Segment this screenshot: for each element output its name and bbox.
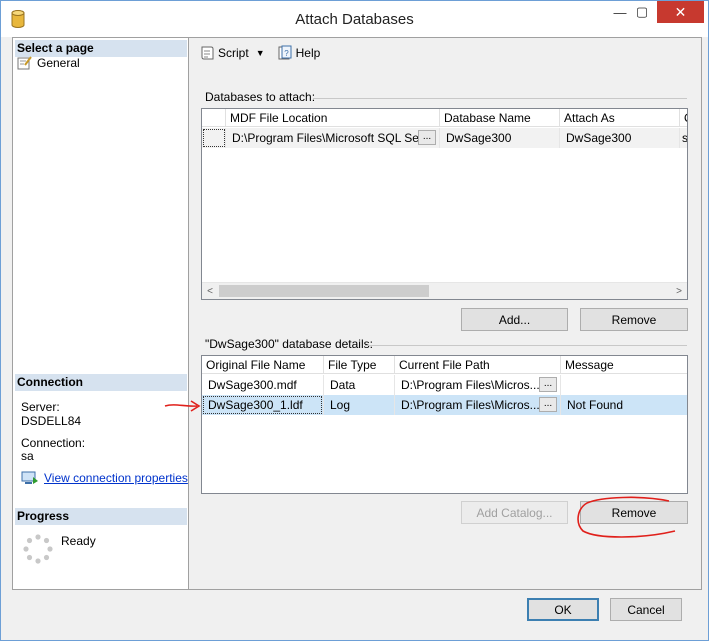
- add-catalog-button[interactable]: Add Catalog...: [461, 501, 568, 524]
- column-header-attach-as[interactable]: Attach As: [560, 109, 680, 127]
- table-row[interactable]: D:\Program Files\Microsoft SQL Se... ...…: [202, 128, 687, 148]
- column-header-owner[interactable]: O: [680, 109, 687, 127]
- table-row[interactable]: DwSage300.mdf Data D:\Program Files\Micr…: [202, 375, 687, 395]
- mdf-location-value: D:\Program Files\Microsoft SQL Se...: [232, 131, 429, 145]
- focus-rectangle: [203, 396, 322, 414]
- column-header-database-name[interactable]: Database Name: [440, 109, 560, 127]
- database-name-cell[interactable]: DwSage300: [440, 128, 560, 148]
- message-cell[interactable]: Not Found: [561, 395, 687, 415]
- browse-path-button[interactable]: ...: [539, 377, 557, 392]
- server-label: Server:: [21, 400, 60, 414]
- close-button[interactable]: ✕: [657, 1, 704, 23]
- view-connection-properties[interactable]: View connection properties: [21, 471, 188, 485]
- view-connection-link[interactable]: View connection properties: [44, 471, 188, 485]
- column-header-file-type[interactable]: File Type: [324, 356, 395, 374]
- svg-text:?: ?: [284, 49, 289, 58]
- connection-properties-icon: [21, 471, 38, 484]
- remove-file-button[interactable]: Remove: [580, 501, 688, 524]
- owner-cell[interactable]: s: [680, 128, 687, 148]
- connection-label: Connection:: [21, 436, 86, 450]
- server-value: DSDELL84: [21, 414, 82, 428]
- current-path-value: D:\Program Files\Micros...: [401, 398, 540, 412]
- databases-grid-header: MDF File Location Database Name Attach A…: [202, 109, 687, 127]
- progress-header: Progress: [15, 508, 187, 525]
- current-path-cell[interactable]: D:\Program Files\Micros... ...: [395, 375, 561, 395]
- browse-path-button[interactable]: ...: [539, 397, 557, 412]
- scroll-thumb[interactable]: [219, 285, 429, 297]
- attach-databases-dialog: Attach Databases — ▢ ✕ Select a page Gen…: [0, 0, 709, 641]
- help-label: Help: [295, 46, 321, 60]
- original-file-cell[interactable]: DwSage300.mdf: [202, 375, 324, 395]
- general-page-icon: [17, 56, 32, 70]
- message-cell[interactable]: [561, 375, 687, 395]
- dialog-content: Select a page General Connection Server:…: [12, 37, 702, 621]
- add-database-button[interactable]: Add...: [461, 308, 568, 331]
- database-details-label: "DwSage300" database details:: [205, 337, 373, 351]
- cancel-button[interactable]: Cancel: [610, 598, 682, 621]
- attach-as-cell[interactable]: DwSage300: [560, 128, 680, 148]
- original-file-cell[interactable]: DwSage300_1.ldf: [202, 395, 324, 415]
- table-row-selected[interactable]: DwSage300_1.ldf Log D:\Program Files\Mic…: [202, 395, 687, 415]
- databases-grid[interactable]: MDF File Location Database Name Attach A…: [201, 108, 688, 300]
- row-header-column: [202, 109, 226, 127]
- scroll-left-arrow-icon[interactable]: <: [202, 284, 218, 299]
- file-type-cell[interactable]: Data: [324, 375, 395, 395]
- script-dropdown-arrow-icon[interactable]: ▼: [256, 48, 265, 58]
- script-label: Script: [218, 46, 249, 60]
- divider: [365, 345, 687, 346]
- row-selector[interactable]: [202, 128, 226, 148]
- select-page-header: Select a page: [15, 40, 187, 57]
- databases-to-attach-label: Databases to attach:: [205, 90, 316, 104]
- remove-database-button[interactable]: Remove: [580, 308, 688, 331]
- details-grid-header: Original File Name File Type Current Fil…: [202, 356, 687, 374]
- file-type-cell[interactable]: Log: [324, 395, 395, 415]
- horizontal-scrollbar[interactable]: < >: [202, 282, 687, 299]
- maximize-button[interactable]: ▢: [627, 1, 657, 23]
- divider: [313, 98, 687, 99]
- left-pane: Select a page General Connection Server:…: [13, 38, 189, 589]
- column-header-original-file-name[interactable]: Original File Name: [202, 356, 324, 374]
- progress-spinner-icon: [23, 534, 53, 564]
- title-bar: Attach Databases — ▢ ✕: [1, 1, 708, 37]
- connection-header: Connection: [15, 374, 187, 391]
- current-path-cell[interactable]: D:\Program Files\Micros... ...: [395, 395, 561, 415]
- help-icon: ?: [278, 45, 292, 60]
- nav-item-general[interactable]: General: [17, 56, 80, 70]
- toolbar: Script ▼ ? Help: [191, 40, 701, 66]
- mdf-location-cell[interactable]: D:\Program Files\Microsoft SQL Se... ...: [226, 128, 440, 148]
- focus-rectangle: [203, 129, 225, 147]
- column-header-current-file-path[interactable]: Current File Path: [395, 356, 561, 374]
- current-path-value: D:\Program Files\Micros...: [401, 378, 540, 392]
- column-header-mdf-location[interactable]: MDF File Location: [226, 109, 440, 127]
- scroll-right-arrow-icon[interactable]: >: [671, 284, 687, 299]
- browse-mdf-button[interactable]: ...: [418, 130, 436, 145]
- script-icon: [201, 46, 214, 60]
- help-button[interactable]: ? Help: [275, 43, 323, 63]
- progress-status: Ready: [61, 534, 96, 548]
- ok-button[interactable]: OK: [527, 598, 599, 621]
- connection-value: sa: [21, 449, 34, 463]
- nav-item-label: General: [37, 56, 80, 70]
- database-details-grid[interactable]: Original File Name File Type Current Fil…: [201, 355, 688, 494]
- script-button[interactable]: Script ▼: [197, 43, 267, 63]
- column-header-message[interactable]: Message: [561, 356, 687, 374]
